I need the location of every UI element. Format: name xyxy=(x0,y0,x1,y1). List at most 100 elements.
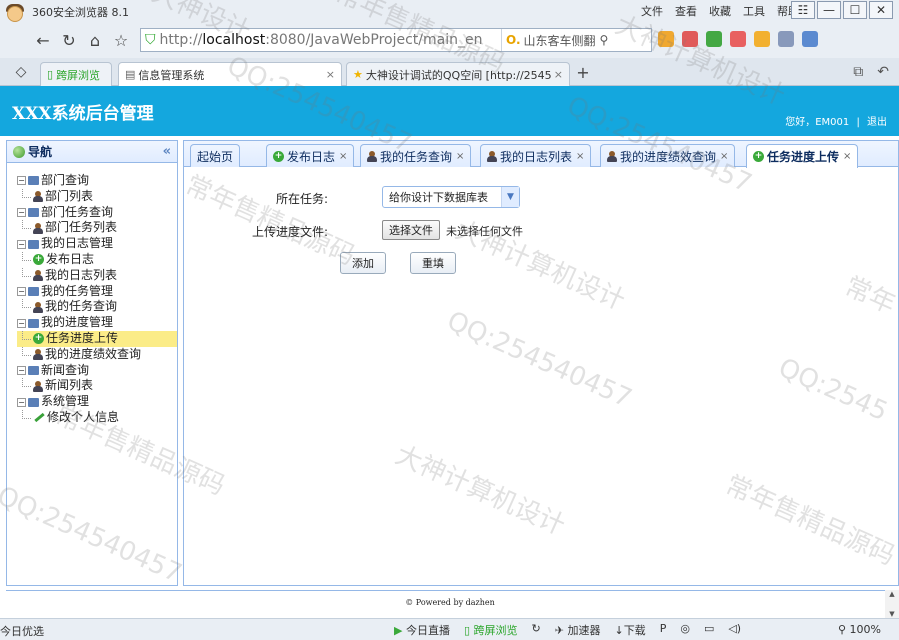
notes-icon[interactable] xyxy=(778,31,794,47)
nav-tree: − 部门查询 部门列表 − 部门任务查询 部门任务列表 − 我的日志管理 + 发布日志 … xyxy=(7,163,177,426)
tab-my-log-list[interactable]: 我的日志列表 × xyxy=(480,144,592,167)
tree-label: 我的任务管理 xyxy=(41,283,114,298)
add-button[interactable]: 添加 xyxy=(340,252,386,274)
minimize-button[interactable]: — xyxy=(817,1,841,19)
address-bar[interactable]: ⛉ http://localhost:8080/JavaWebProject/m… xyxy=(140,28,652,52)
tree-node-news[interactable]: − 新闻查询 xyxy=(17,363,177,379)
tree-item-my-log-list[interactable]: 我的日志列表 xyxy=(17,267,177,284)
collapse-toggle-icon[interactable]: − xyxy=(17,207,26,217)
close-tab-icon[interactable]: × xyxy=(720,151,728,162)
tab-upload-progress[interactable]: + 任务进度上传 × xyxy=(746,144,859,168)
screenshot-icon[interactable] xyxy=(730,31,746,47)
close-tab-icon[interactable]: × xyxy=(456,151,464,162)
nav-title: 导航 xyxy=(28,145,53,159)
tree-node-dept-task-query[interactable]: − 部门任务查询 xyxy=(17,205,177,221)
play-icon: ▶ xyxy=(394,624,403,637)
apps-icon[interactable] xyxy=(658,31,674,47)
recent-tabs-icon[interactable]: ◇ xyxy=(10,61,32,83)
tab-qq-zone[interactable]: ★ 大神设计调试的QQ空间 [http://2545 × xyxy=(346,62,570,86)
plus-circle-icon: + xyxy=(753,151,764,162)
search-icon[interactable]: ⚲ xyxy=(600,33,609,47)
back-icon[interactable]: ← xyxy=(32,29,54,51)
tab-label: 我的任务查询 xyxy=(380,149,453,164)
home-icon[interactable]: ⌂ xyxy=(84,29,106,51)
tree-item-publish-log[interactable]: + 发布日志 xyxy=(17,251,177,268)
collapse-toggle-icon[interactable]: − xyxy=(17,239,26,249)
tab-info-system[interactable]: ▤ 信息管理系统 × xyxy=(118,62,342,86)
folder-icon xyxy=(28,176,39,186)
collapse-toggle-icon[interactable]: − xyxy=(17,286,26,296)
translate-icon[interactable] xyxy=(706,31,722,47)
tree-item-progress-perf[interactable]: 我的进度绩效查询 xyxy=(17,346,177,363)
menu-file[interactable]: 文件 xyxy=(641,3,663,19)
tree-item-dept-task-list[interactable]: 部门任务列表 xyxy=(17,220,177,236)
collapse-toggle-icon[interactable]: − xyxy=(17,365,26,375)
star-icon: ★ xyxy=(353,68,363,81)
close-tab-icon[interactable]: × xyxy=(326,68,335,81)
accelerator-item[interactable]: ✈ 加速器 xyxy=(555,622,601,638)
refresh-status-icon[interactable]: ↻ xyxy=(532,622,541,638)
reset-button[interactable]: 重填 xyxy=(410,252,456,274)
tab-list-icon[interactable]: ⧉ xyxy=(853,64,863,80)
live-stream-item[interactable]: ▶ 今日直播 xyxy=(394,622,450,638)
task-select[interactable]: 给你设计下数据库表 ▼ xyxy=(382,186,520,208)
clean-icon[interactable]: ◎ xyxy=(680,622,690,638)
status-left[interactable]: 今日优选 xyxy=(0,623,44,639)
separator: | xyxy=(856,117,860,128)
menu-favorites[interactable]: 收藏 xyxy=(709,3,731,19)
tree-node-my-log[interactable]: − 我的日志管理 xyxy=(17,236,177,252)
collapse-icon[interactable]: « xyxy=(163,144,171,159)
maximize-button[interactable]: ☐ xyxy=(843,1,867,19)
close-tab-icon[interactable]: × xyxy=(339,151,347,162)
favorite-star-icon[interactable]: ☆ xyxy=(110,29,132,51)
choose-file-button[interactable]: 选择文件 xyxy=(382,220,440,240)
collapse-toggle-icon[interactable]: − xyxy=(17,397,26,407)
sound-icon[interactable]: ◁) xyxy=(728,622,741,638)
refresh-icon[interactable]: ↻ xyxy=(58,29,80,51)
skin-button[interactable]: ☷ xyxy=(791,1,815,19)
footer-text: © Powered by dazhen xyxy=(405,598,495,607)
menu-view[interactable]: 查看 xyxy=(675,3,697,19)
mail-icon[interactable] xyxy=(682,31,698,47)
close-tab-icon[interactable]: × xyxy=(554,68,563,81)
chevron-down-icon[interactable]: ▼ xyxy=(501,187,519,207)
cross-screen-item[interactable]: ▯ 跨屏浏览 xyxy=(464,622,518,638)
search-input[interactable]: O. 山东客车侧翻 ⚲ xyxy=(501,29,651,51)
tab-cross-screen[interactable]: ▯ 跨屏浏览 xyxy=(40,62,112,86)
tree-item-news-list[interactable]: 新闻列表 xyxy=(17,378,177,394)
scroll-up-icon[interactable]: ▲ xyxy=(889,590,894,598)
tab-my-task-query[interactable]: 我的任务查询 × xyxy=(360,144,472,167)
new-tab-button[interactable]: + xyxy=(572,61,594,83)
tab-publish-log[interactable]: + 发布日志 × xyxy=(266,144,355,167)
compat-icon[interactable]: P xyxy=(660,622,667,638)
tree-node-my-task[interactable]: − 我的任务管理 xyxy=(17,284,177,300)
tree-label: 我的任务查询 xyxy=(45,299,118,314)
collapse-toggle-icon[interactable]: − xyxy=(17,318,26,328)
folder-icon xyxy=(28,207,39,217)
tree-node-my-progress[interactable]: − 我的进度管理 xyxy=(17,315,177,331)
zoom-level[interactable]: ⚲ 100% xyxy=(838,623,881,636)
close-tab-icon[interactable]: × xyxy=(843,151,851,162)
tree-node-system[interactable]: − 系统管理 xyxy=(17,394,177,410)
close-window-button[interactable]: ✕ xyxy=(869,1,893,19)
news-icon[interactable] xyxy=(754,31,770,47)
tree-item-dept-list[interactable]: 部门列表 xyxy=(17,188,177,205)
close-tab-icon[interactable]: × xyxy=(576,151,584,162)
menu-tools[interactable]: 工具 xyxy=(743,3,765,19)
tab-start-page[interactable]: 起始页 xyxy=(190,144,241,167)
window-icon[interactable]: ▭ xyxy=(704,622,714,638)
tree-node-dept-query[interactable]: − 部门查询 xyxy=(17,173,177,189)
download-item[interactable]: ↓下载 xyxy=(614,622,645,638)
tab-progress-perf[interactable]: 我的进度绩效查询 × xyxy=(600,144,736,167)
zoom-icon[interactable] xyxy=(802,31,818,47)
scroll-down-icon[interactable]: ▼ xyxy=(889,610,894,618)
undo-close-icon[interactable]: ↶ xyxy=(877,64,889,80)
tree-item-edit-profile[interactable]: 修改个人信息 xyxy=(17,409,177,426)
page-scrollbar[interactable]: ▲ ▼ xyxy=(885,590,899,618)
tree-label: 修改个人信息 xyxy=(47,409,120,424)
tree-item-my-task-query[interactable]: 我的任务查询 xyxy=(17,299,177,315)
logout-link[interactable]: 退出 xyxy=(867,117,887,128)
accelerator-label: 加速器 xyxy=(567,624,601,637)
collapse-toggle-icon[interactable]: − xyxy=(17,176,26,186)
tree-item-upload-progress[interactable]: + 任务进度上传 xyxy=(17,330,177,347)
